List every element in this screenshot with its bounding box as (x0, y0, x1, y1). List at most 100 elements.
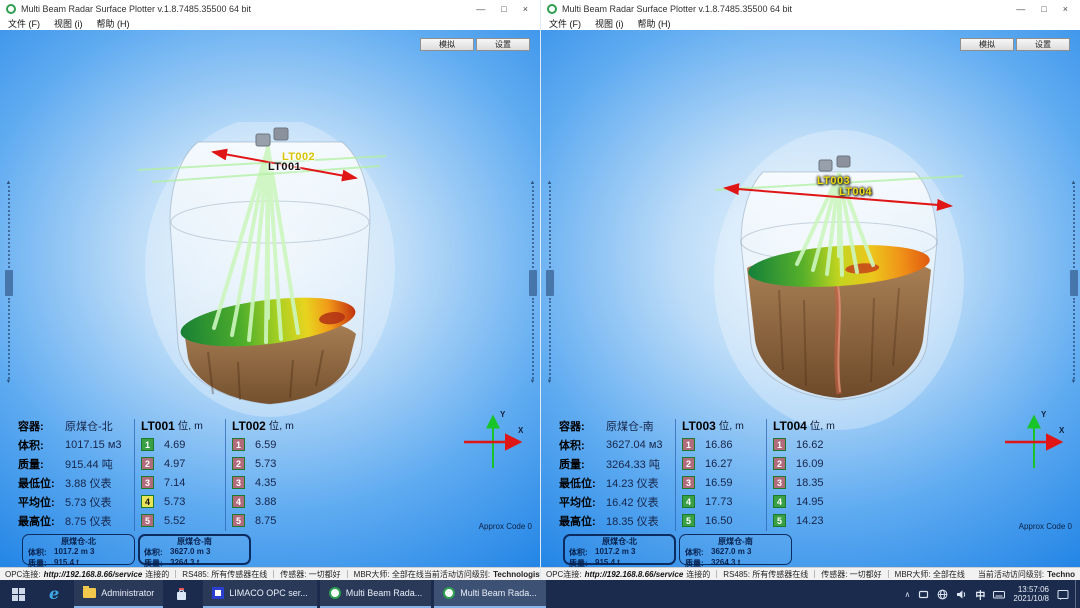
sensor-column-lt001: LT001位, m 14.69 24.97 37.14 45.73 55.52 (141, 416, 223, 531)
show-desktop-button[interactable] (1075, 580, 1080, 608)
vertical-ruler[interactable]: ▲▼ (545, 180, 554, 385)
beam-status-cell: 4 (141, 495, 154, 508)
access-level-status: 当前活动访问级别:Technologist (424, 569, 540, 580)
vertical-ruler[interactable]: ▲▼ (528, 180, 537, 385)
approx-code-label: Approx Code 0 (1019, 522, 1072, 531)
menu-view[interactable]: 视图 (i) (595, 17, 624, 30)
beam-status-cell: 5 (141, 514, 154, 527)
axis-y-label: Y (500, 410, 505, 419)
menu-file[interactable]: 文件 (F) (549, 17, 581, 30)
menu-help[interactable]: 帮助 (H) (97, 17, 130, 30)
beam-status-cell: 2 (773, 457, 786, 470)
axis-indicator: Y X (999, 408, 1071, 480)
sensor-label-lt004: LT004 (839, 186, 872, 198)
maximize-button[interactable]: □ (1041, 4, 1046, 14)
menu-bar: 文件 (F) 视图 (i) 帮助 (H) (541, 17, 1080, 30)
system-tray: ∧ 中 13:57:06 2021/10/8 (899, 580, 1075, 608)
max-level-label: 最高位: (18, 513, 65, 529)
rs485-status: RS485: 所有传感器在线 (182, 569, 267, 580)
settings-button[interactable]: 设置 (476, 38, 530, 51)
simulate-button[interactable]: 模拟 (420, 38, 474, 51)
container-label: 容器: (18, 418, 65, 434)
window-title: Multi Beam Radar Surface Plotter v.1.8.7… (21, 4, 471, 14)
axis-x-label: X (518, 426, 523, 435)
volume-icon[interactable] (956, 589, 967, 600)
notification-icon[interactable] (1057, 589, 1069, 600)
start-button[interactable] (0, 580, 37, 608)
beam-status-cell: 3 (682, 476, 695, 489)
beam-status-cell: 5 (682, 514, 695, 527)
vertical-ruler[interactable]: ▲▼ (4, 180, 13, 385)
mbr-app-icon (329, 587, 341, 599)
measurement-panel: 容器:原煤仓-北 体积:1017.15 м3 质量:915.44 吨 最低位:3… (18, 416, 314, 531)
beam-status-cell: 1 (232, 438, 245, 451)
touch-keyboard-icon[interactable] (993, 589, 1005, 600)
beam-status-cell: 4 (682, 495, 695, 508)
opc-status: OPC连接:http://192.168.8.66/service连接的 (5, 569, 169, 580)
ime-indicator[interactable]: 中 (975, 587, 985, 602)
title-bar: Multi Beam Radar Surface Plotter v.1.8.7… (541, 0, 1080, 17)
beam-status-cell: 3 (141, 476, 154, 489)
mbr-status: MBR大师: 全部在线 (354, 569, 424, 580)
desktop: Multi Beam Radar Surface Plotter v.1.8.7… (0, 0, 1080, 608)
beam-status-cell: 4 (773, 495, 786, 508)
close-button[interactable]: × (523, 4, 528, 14)
silo-tab-north[interactable]: 原煤仓-北 体积:1017.2 m 3 质量:915.4 t (563, 534, 676, 565)
network-globe-icon[interactable] (937, 589, 948, 600)
status-bar: OPC连接:http://192.168.8.66/service连接的 RS4… (541, 567, 1080, 580)
app-window-north: Multi Beam Radar Surface Plotter v.1.8.7… (0, 0, 540, 580)
axis-x-label: X (1059, 426, 1064, 435)
taskbar-limaco-button[interactable]: LIMACO OPC ser... (203, 580, 317, 608)
taskbar: e Administrator LIMACO OPC ser... Multi … (0, 580, 1080, 608)
volume-label: 体积: (18, 437, 65, 453)
approx-code-label: Approx Code 0 (479, 522, 532, 531)
taskbar-clock[interactable]: 13:57:06 2021/10/8 (1013, 585, 1049, 603)
container-label: 容器: (559, 418, 606, 434)
access-level-status: 当前活动访问级别:Techno (978, 569, 1075, 580)
menu-view[interactable]: 视图 (i) (54, 17, 83, 30)
app-window-south: Multi Beam Radar Surface Plotter v.1.8.7… (540, 0, 1080, 580)
opc-status: OPC连接:http://192.168.8.66/service连接的 (546, 569, 710, 580)
sensor-column-lt002: LT002位, m 16.59 25.73 34.35 43.88 58.75 (232, 416, 314, 531)
close-button[interactable]: × (1063, 4, 1068, 14)
beam-status-cell: 1 (682, 438, 695, 451)
store-bag-icon (175, 588, 188, 601)
beam-status-cell: 3 (232, 476, 245, 489)
menu-file[interactable]: 文件 (F) (8, 17, 40, 30)
vertical-ruler[interactable]: ▲▼ (1069, 180, 1078, 385)
axis-y-label: Y (1041, 410, 1046, 419)
taskbar-mbr-button-2[interactable]: Multi Beam Rada... (434, 580, 546, 608)
hidden-icons-chevron[interactable]: ∧ (905, 590, 911, 599)
app-icon (6, 4, 16, 14)
minimize-button[interactable]: — (1016, 4, 1025, 14)
menu-help[interactable]: 帮助 (H) (638, 17, 671, 30)
device-icon[interactable] (918, 589, 929, 600)
simulate-button[interactable]: 模拟 (960, 38, 1014, 51)
beam-status-cell: 5 (232, 514, 245, 527)
volume-label: 体积: (559, 437, 606, 453)
minimize-button[interactable]: — (476, 4, 485, 14)
app-icon (547, 4, 557, 14)
beam-status-cell: 3 (773, 476, 786, 489)
max-level-label: 最高位: (559, 513, 606, 529)
avg-level-label: 平均位: (18, 494, 65, 510)
settings-button[interactable]: 设置 (1016, 38, 1070, 51)
taskbar-mbr-button-1[interactable]: Multi Beam Rada... (320, 580, 432, 608)
silo-tab-south[interactable]: 原煤仓-南 体积:3627.0 m 3 质量:3264.3 t (679, 534, 792, 565)
mass-label: 质量: (18, 456, 65, 472)
plot-canvas: 模拟 设置 (0, 30, 540, 567)
beam-status-cell: 2 (141, 457, 154, 470)
taskbar-explorer-button[interactable]: Administrator (74, 580, 163, 608)
beam-status-cell: 5 (773, 514, 786, 527)
taskbar-edge-button[interactable]: e (37, 580, 71, 608)
maximize-button[interactable]: □ (501, 4, 506, 14)
sensors-status: 传感器: 一切都好 (280, 569, 340, 580)
silo-tab-south[interactable]: 原煤仓-南 体积:3627.0 m 3 质量:3264.3 t (138, 534, 251, 565)
taskbar-store-button[interactable] (163, 580, 200, 608)
silo-tab-north[interactable]: 原煤仓-北 体积:1017.2 m 3 质量:915.4 t (22, 534, 135, 565)
windows-logo-icon (12, 588, 25, 601)
avg-level-label: 平均位: (559, 494, 606, 510)
title-bar: Multi Beam Radar Surface Plotter v.1.8.7… (0, 0, 540, 17)
edge-icon: e (49, 586, 59, 602)
beam-status-cell: 1 (773, 438, 786, 451)
